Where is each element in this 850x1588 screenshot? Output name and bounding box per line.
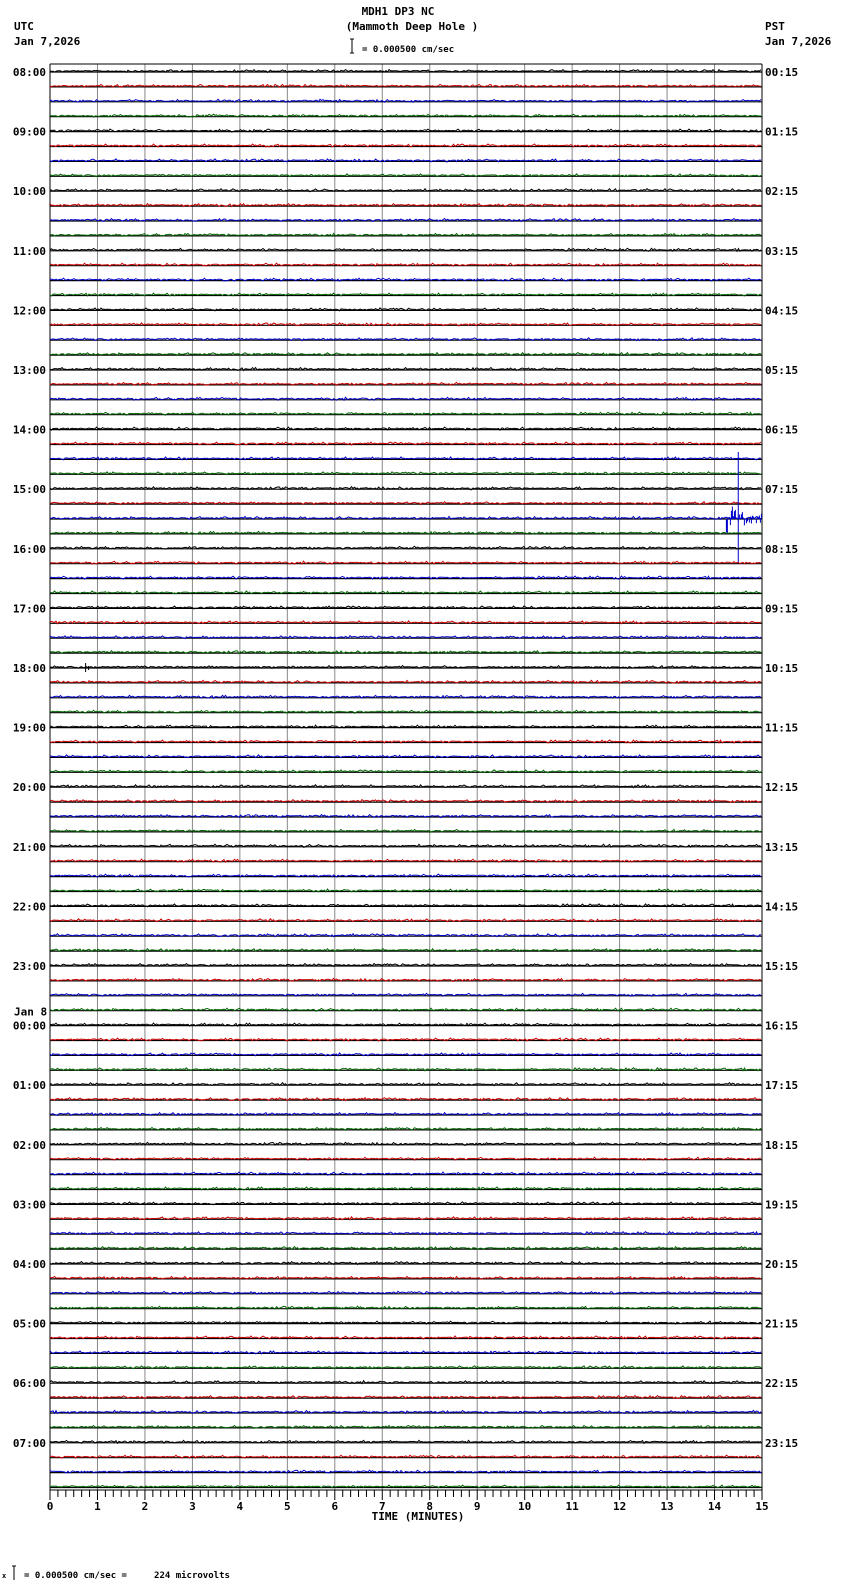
left-time-label: 11:00 [13, 245, 46, 258]
chart-title: MDH1 DP3 NC [362, 5, 435, 18]
right-zone: PST [765, 20, 785, 33]
left-time-label: 08:00 [13, 66, 46, 79]
x-tick-label: 5 [284, 1500, 291, 1513]
left-time-label: 14:00 [13, 424, 46, 437]
right-time-label: 13:15 [765, 841, 798, 854]
scale-label: = 0.000500 cm/sec [362, 45, 454, 55]
seismic-trace-row-30 [49, 452, 762, 564]
right-time-label: 14:15 [765, 900, 798, 913]
x-tick-label: 10 [518, 1500, 531, 1513]
chart-subtitle: (Mammoth Deep Hole ) [346, 20, 478, 33]
x-tick-label: 0 [47, 1500, 54, 1513]
x-tick-label: 3 [189, 1500, 196, 1513]
left-time-label: 04:00 [13, 1258, 46, 1271]
x-tick-label: 14 [708, 1500, 722, 1513]
right-time-label: 23:15 [765, 1437, 798, 1450]
x-tick-label: 11 [566, 1500, 580, 1513]
left-time-label: 22:00 [13, 900, 46, 913]
x-axis-label: TIME (MINUTES) [372, 1510, 465, 1523]
left-time-label: 05:00 [13, 1318, 46, 1331]
right-time-label: 16:15 [765, 1020, 798, 1033]
left-time-label: 00:00 [13, 1020, 46, 1033]
right-time-label: 07:15 [765, 483, 798, 496]
right-time-label: 22:15 [765, 1377, 798, 1390]
right-time-label: 19:15 [765, 1198, 798, 1211]
left-time-label: 02:00 [13, 1139, 46, 1152]
left-time-label: 09:00 [13, 126, 46, 139]
right-time-label: 10:15 [765, 662, 798, 675]
left-time-label: 10:00 [13, 185, 46, 198]
x-tick-label: 1 [94, 1500, 101, 1513]
right-time-label: 02:15 [765, 185, 798, 198]
date-change-label: Jan 8 [14, 1006, 47, 1019]
left-time-label: 06:00 [13, 1377, 46, 1390]
right-time-label: 15:15 [765, 960, 798, 973]
right-time-label: 03:15 [765, 245, 798, 258]
right-time-label: 17:15 [765, 1079, 798, 1092]
x-tick-label: 4 [237, 1500, 244, 1513]
left-time-label: 20:00 [13, 781, 46, 794]
right-time-label: 08:15 [765, 543, 798, 556]
helicorder-chart: MDH1 DP3 NC (Mammoth Deep Hole ) UTC Jan… [2, 5, 832, 1581]
right-date: Jan 7,2026 [765, 35, 832, 48]
right-time-label: 04:15 [765, 304, 798, 317]
left-time-label: 07:00 [13, 1437, 46, 1450]
right-time-label: 11:15 [765, 722, 798, 735]
right-time-label: 12:15 [765, 781, 798, 794]
left-time-label: 23:00 [13, 960, 46, 973]
left-time-label: 19:00 [13, 722, 46, 735]
right-time-label: 20:15 [765, 1258, 798, 1271]
footer-scale-bar-icon [12, 1565, 16, 1580]
left-time-label: 16:00 [13, 543, 46, 556]
left-time-label: 13:00 [13, 364, 46, 377]
right-time-label: 18:15 [765, 1139, 798, 1152]
left-time-label: 21:00 [13, 841, 46, 854]
footer-scale: = 0.000500 cm/sec = 224 microvolts [24, 1570, 230, 1581]
footer-mark: x [2, 1572, 7, 1580]
x-tick-label: 9 [474, 1500, 481, 1513]
left-time-label: 12:00 [13, 304, 46, 317]
x-tick-label: 12 [613, 1500, 626, 1513]
traces [49, 68, 762, 1489]
x-tick-label: 2 [142, 1500, 149, 1513]
right-time-label: 00:15 [765, 66, 798, 79]
right-time-label: 05:15 [765, 364, 798, 377]
x-tick-label: 6 [331, 1500, 338, 1513]
right-time-label: 09:15 [765, 602, 798, 615]
grid [49, 63, 763, 1490]
left-time-label: 01:00 [13, 1079, 46, 1092]
x-tick-label: 15 [755, 1500, 768, 1513]
right-time-label: 21:15 [765, 1318, 798, 1331]
left-time-label: 17:00 [13, 602, 46, 615]
scale-bar-icon [350, 38, 354, 54]
right-time-label: 06:15 [765, 424, 798, 437]
x-tick-label: 13 [660, 1500, 673, 1513]
left-time-label: 18:00 [13, 662, 46, 675]
left-date: Jan 7,2026 [14, 35, 81, 48]
left-time-label: 03:00 [13, 1198, 46, 1211]
left-time-label: 15:00 [13, 483, 46, 496]
right-time-label: 01:15 [765, 126, 798, 139]
left-zone: UTC [14, 20, 34, 33]
